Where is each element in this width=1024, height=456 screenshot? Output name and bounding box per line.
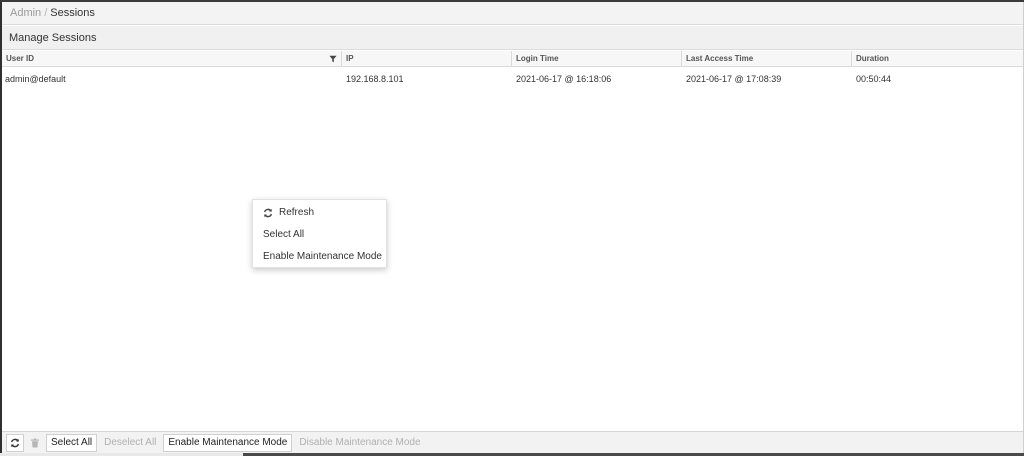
menu-item-select-all[interactable]: Select All	[253, 224, 386, 246]
deselect-all-button[interactable]: Deselect All	[99, 434, 161, 452]
select-all-button[interactable]: Select All	[46, 433, 98, 452]
column-header-user-id[interactable]: User ID	[2, 51, 342, 66]
column-header-ip[interactable]: IP	[342, 51, 512, 66]
bottom-toolbar: Select All Deselect All Enable Maintenan…	[2, 431, 1023, 453]
section-title: Manage Sessions	[2, 26, 1023, 50]
table-row[interactable]: admin@default 192.168.8.101 2021-06-17 @…	[2, 68, 1023, 90]
delete-button[interactable]	[26, 434, 44, 452]
menu-item-refresh[interactable]: Refresh	[253, 202, 386, 224]
cell-last-access-time: 2021-06-17 @ 17:08:39	[686, 74, 782, 84]
table-header: User ID IP Login Time Last Access Time D…	[2, 51, 1023, 67]
trash-icon	[31, 438, 39, 447]
breadcrumb-current: Sessions	[50, 7, 95, 19]
column-header-label: Duration	[856, 54, 889, 63]
sessions-table-body: admin@default 192.168.8.101 2021-06-17 @…	[2, 68, 1023, 430]
filter-icon[interactable]	[329, 55, 337, 63]
refresh-button[interactable]	[6, 433, 24, 452]
column-header-label: Last Access Time	[686, 54, 754, 63]
cell-user-id: admin@default	[5, 74, 66, 84]
column-header-label: User ID	[6, 54, 35, 63]
column-header-label: Login Time	[516, 54, 559, 63]
app-frame: Admin / Sessions Manage Sessions User ID I…	[0, 0, 1024, 456]
cell-ip: 192.168.8.101	[346, 74, 404, 84]
breadcrumb-admin-link[interactable]: Admin	[10, 7, 41, 19]
context-menu: Refresh Select All Enable Maintenance Mo…	[252, 199, 387, 268]
cell-duration: 00:50:44	[856, 74, 892, 84]
disable-maintenance-mode-button[interactable]: Disable Maintenance Mode	[294, 434, 425, 452]
refresh-icon	[10, 438, 20, 447]
menu-item-label: Select All	[263, 229, 305, 240]
menu-item-label: Enable Maintenance Mode	[263, 251, 382, 262]
menu-item-label: Refresh	[279, 207, 315, 218]
enable-maintenance-mode-button[interactable]: Enable Maintenance Mode	[163, 433, 293, 452]
column-header-login-time[interactable]: Login Time	[512, 51, 682, 66]
menu-item-enable-maintenance-mode[interactable]: Enable Maintenance Mode	[253, 246, 386, 268]
breadcrumb-separator: /	[44, 7, 48, 19]
refresh-icon	[263, 208, 273, 218]
column-header-label: IP	[346, 54, 354, 63]
breadcrumb: Admin / Sessions	[2, 2, 1023, 25]
cell-login-time: 2021-06-17 @ 16:18:06	[516, 74, 612, 84]
column-header-last-access-time[interactable]: Last Access Time	[682, 51, 852, 66]
column-header-duration[interactable]: Duration	[852, 51, 1023, 66]
